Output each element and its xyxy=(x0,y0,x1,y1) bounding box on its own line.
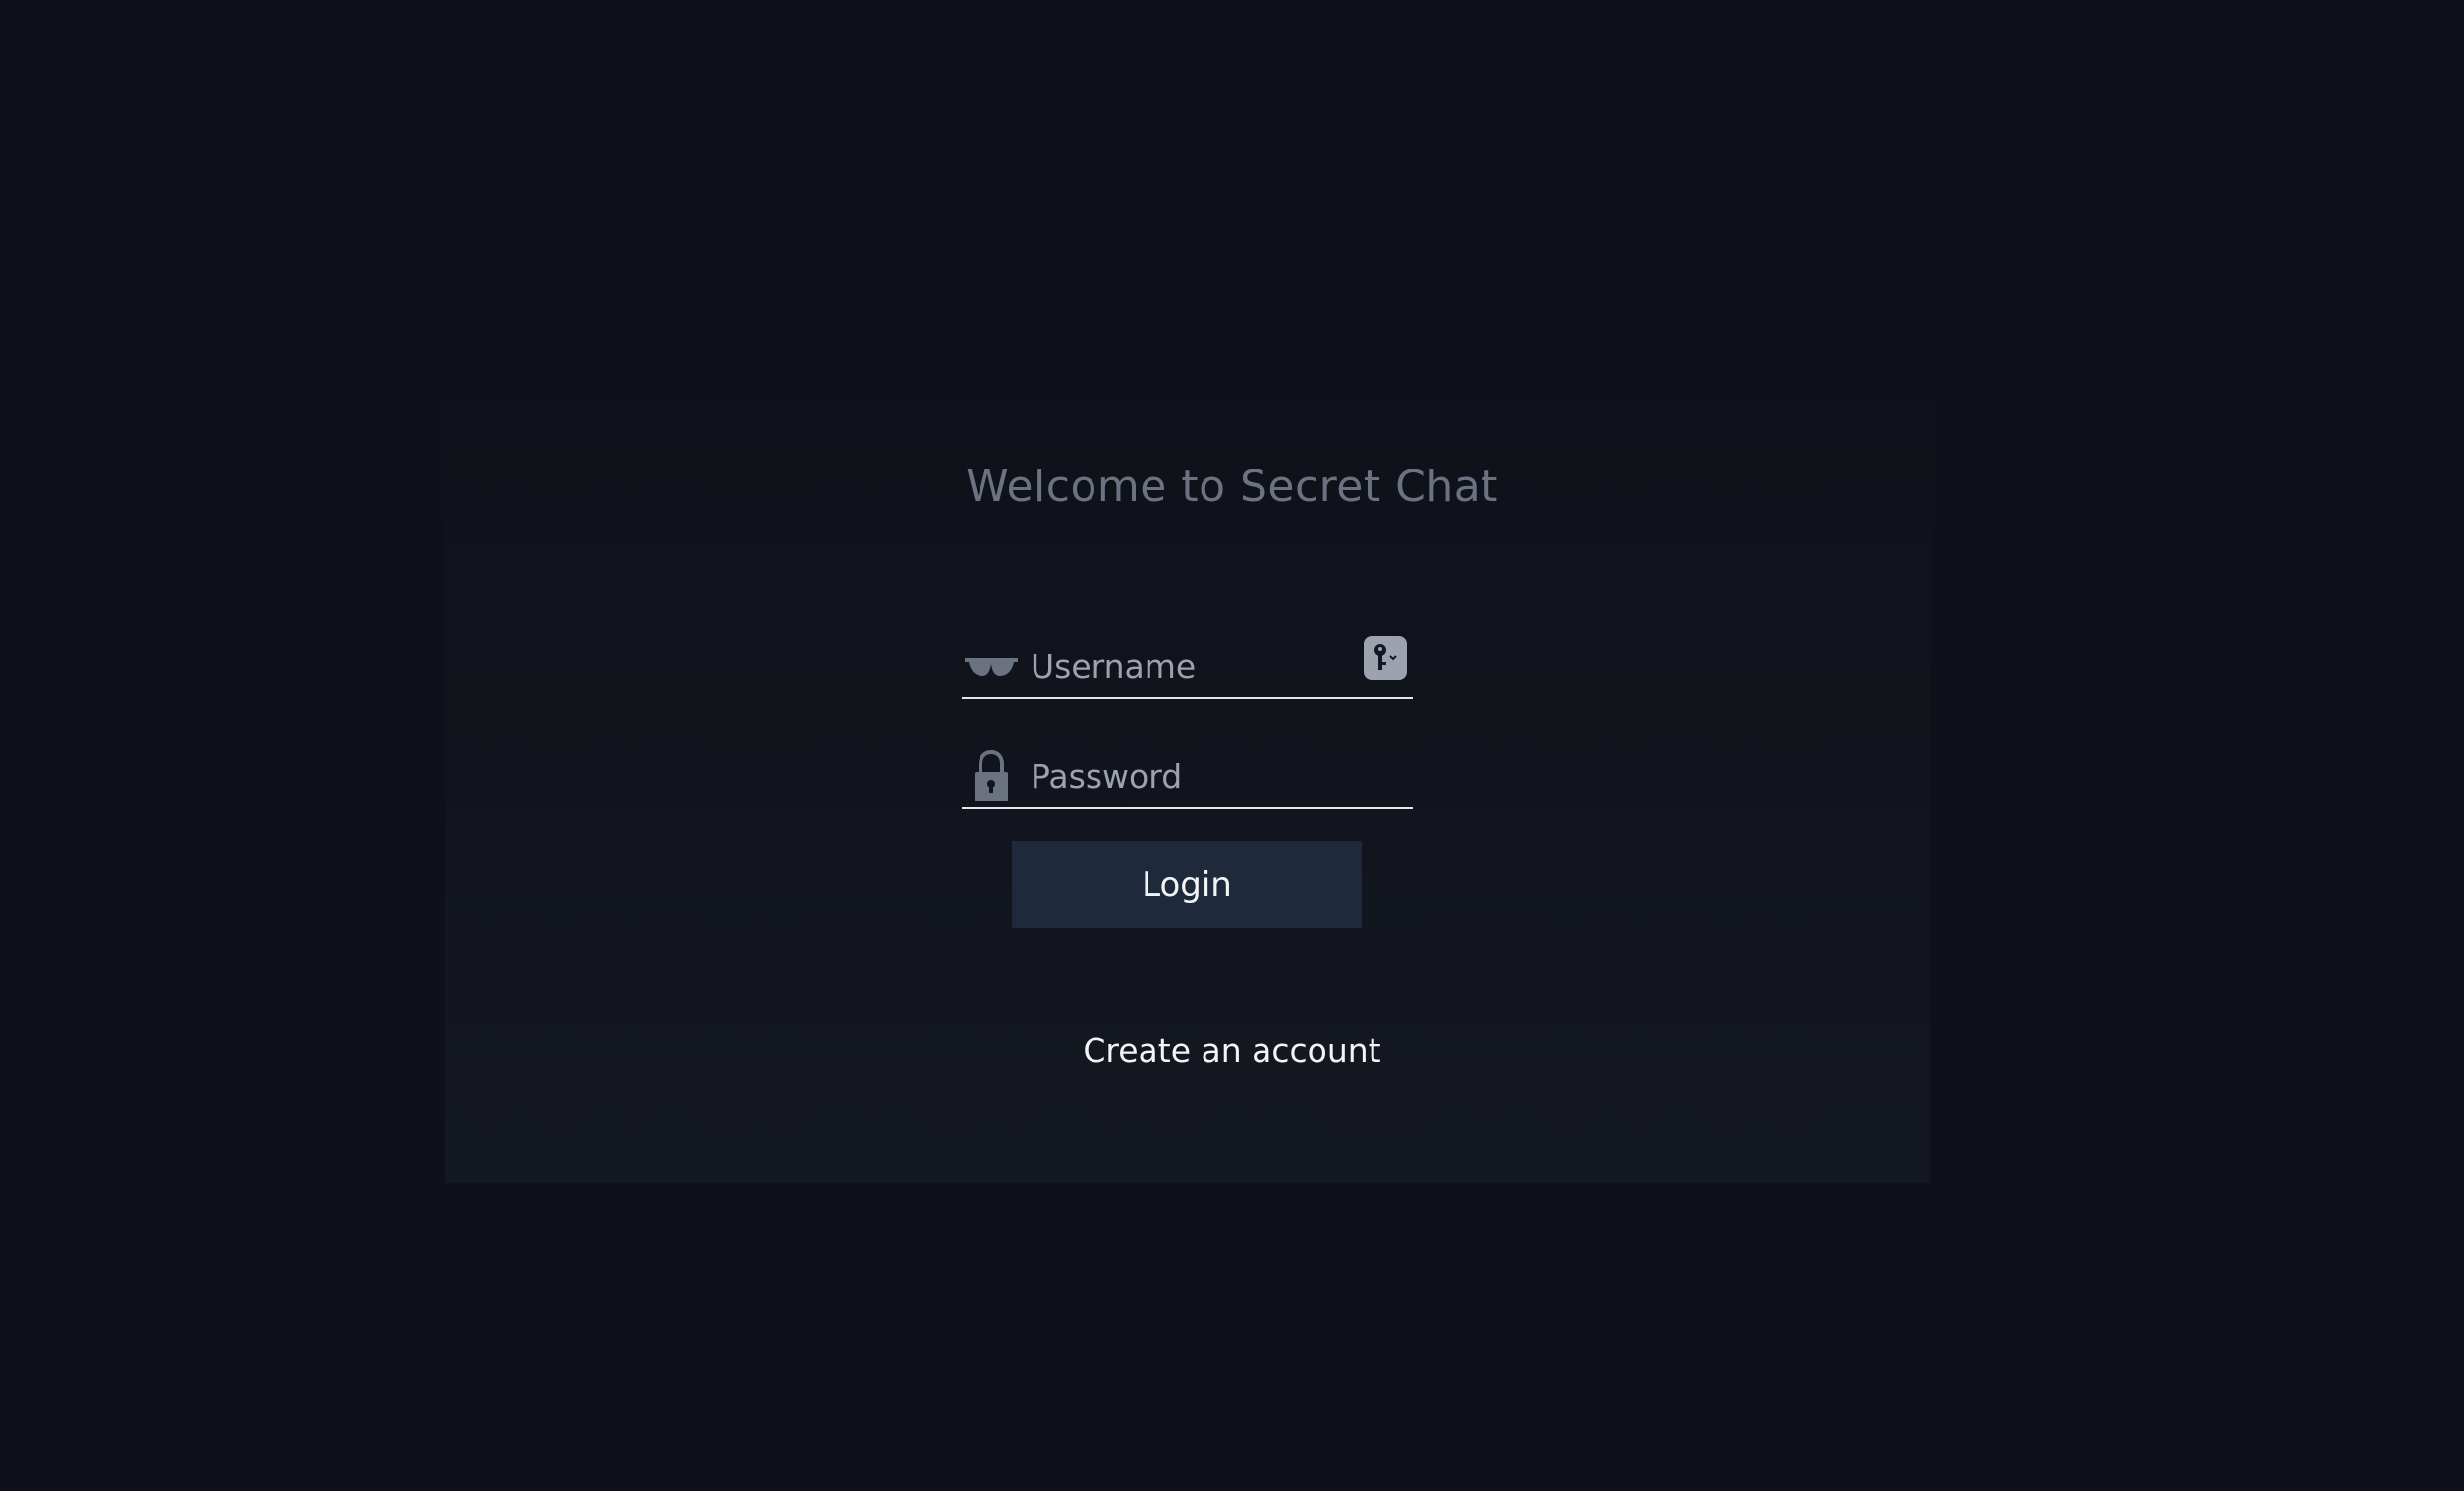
username-field-wrapper xyxy=(962,636,1413,699)
password-input[interactable] xyxy=(1031,750,1325,801)
sunglasses-icon xyxy=(962,642,1021,691)
password-manager-key-icon[interactable] xyxy=(1364,636,1407,680)
create-account-container: Create an account xyxy=(0,1031,2464,1070)
create-account-link[interactable]: Create an account xyxy=(1083,1031,1380,1070)
username-input[interactable] xyxy=(1031,640,1325,691)
page-title: Welcome to Secret Chat xyxy=(966,462,1498,512)
login-page: Welcome to Secret Chat Username Login Cr… xyxy=(0,0,2464,1491)
password-field-wrapper xyxy=(962,746,1413,809)
lock-icon xyxy=(962,750,1021,801)
login-button[interactable]: Login xyxy=(1012,841,1362,928)
